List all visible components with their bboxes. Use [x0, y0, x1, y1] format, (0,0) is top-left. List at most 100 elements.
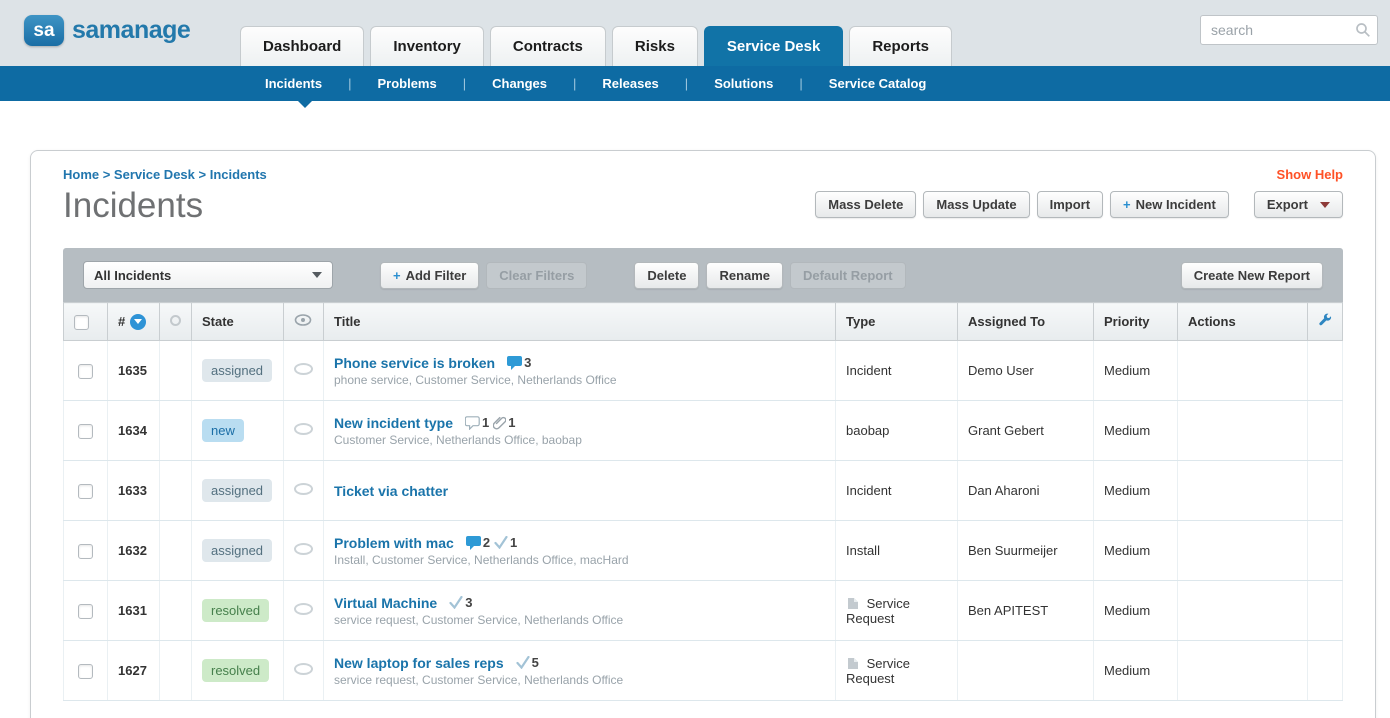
incident-assigned-to: Dan Aharoni: [958, 461, 1094, 521]
check-icon: [516, 656, 530, 669]
samanage-logo-icon: sa: [24, 15, 64, 46]
row-checkbox[interactable]: [78, 364, 93, 379]
incident-title-link[interactable]: New incident type: [334, 415, 453, 431]
assigned-to-column-header[interactable]: Assigned To: [958, 303, 1094, 341]
delete-report-button[interactable]: Delete: [634, 262, 699, 289]
incident-number: 1631: [108, 581, 160, 641]
incident-tags: service request, Customer Service, Nethe…: [334, 673, 825, 687]
actions-column-header: Actions: [1178, 303, 1308, 341]
new-incident-button[interactable]: + New Incident: [1110, 191, 1229, 218]
table-row[interactable]: 1634 new New incident type 11 Customer S…: [64, 401, 1343, 461]
incident-type: Install: [836, 521, 958, 581]
state-column-header[interactable]: State: [192, 303, 284, 341]
clear-filters-button[interactable]: Clear Filters: [486, 262, 587, 289]
default-report-button[interactable]: Default Report: [790, 262, 906, 289]
incident-tags: Customer Service, Netherlands Office, ba…: [334, 433, 825, 447]
main-nav: Dashboard Inventory Contracts Risks Serv…: [240, 26, 952, 66]
incident-type: Incident: [836, 341, 958, 401]
icon-count: 1: [510, 535, 517, 550]
title-icons: 21: [462, 535, 517, 550]
table-row[interactable]: 1627 resolved New laptop for sales reps …: [64, 641, 1343, 701]
subnav-incidents[interactable]: Incidents: [252, 76, 335, 91]
subnav-changes[interactable]: Changes: [450, 76, 560, 91]
incident-priority: Medium: [1094, 461, 1178, 521]
incident-tags: service request, Customer Service, Nethe…: [334, 613, 825, 627]
incident-type: Service Request: [836, 641, 958, 701]
tab-reports[interactable]: Reports: [849, 26, 952, 66]
incident-tags: phone service, Customer Service, Netherl…: [334, 373, 825, 387]
service-request-icon: [846, 597, 859, 610]
plus-icon: +: [393, 268, 401, 283]
table-row[interactable]: 1631 resolved Virtual Machine 3 service …: [64, 581, 1343, 641]
incident-number: 1635: [108, 341, 160, 401]
oval-icon: [294, 663, 313, 675]
incident-title-link[interactable]: Ticket via chatter: [334, 483, 448, 499]
create-new-report-button[interactable]: Create New Report: [1181, 262, 1323, 289]
row-checkbox[interactable]: [78, 604, 93, 619]
tab-inventory[interactable]: Inventory: [370, 26, 484, 66]
show-help-link[interactable]: Show Help: [1277, 167, 1343, 182]
incident-title-link[interactable]: Problem with mac: [334, 535, 454, 551]
wrench-icon[interactable]: [1318, 315, 1332, 330]
incident-type: Service Request: [836, 581, 958, 641]
icon-count: 1: [508, 415, 515, 430]
row-checkbox[interactable]: [78, 484, 93, 499]
oval-icon: [294, 363, 313, 375]
report-select[interactable]: All Incidents: [83, 261, 333, 289]
title-column-header[interactable]: Title: [324, 303, 836, 341]
subnav-problems[interactable]: Problems: [335, 76, 450, 91]
icon-count: 2: [483, 535, 490, 550]
search-icon[interactable]: [1355, 22, 1371, 43]
subnav-solutions[interactable]: Solutions: [672, 76, 787, 91]
incident-assigned-to: Grant Gebert: [958, 401, 1094, 461]
select-all-checkbox[interactable]: [74, 315, 89, 330]
tab-dashboard[interactable]: Dashboard: [240, 26, 364, 66]
mass-update-button[interactable]: Mass Update: [923, 191, 1029, 218]
status-badge: resolved: [202, 599, 269, 622]
incident-title-link[interactable]: New laptop for sales reps: [334, 655, 504, 671]
sort-desc-icon[interactable]: [130, 314, 146, 330]
eye-icon[interactable]: [294, 314, 312, 329]
incident-assigned-to: Demo User: [958, 341, 1094, 401]
incident-tags: Install, Customer Service, Netherlands O…: [334, 553, 825, 567]
check-icon: [449, 596, 463, 609]
row-checkbox[interactable]: [78, 544, 93, 559]
import-button[interactable]: Import: [1037, 191, 1103, 218]
tab-contracts[interactable]: Contracts: [490, 26, 606, 66]
circle-icon[interactable]: [170, 315, 181, 326]
incident-priority: Medium: [1094, 401, 1178, 461]
row-checkbox[interactable]: [78, 664, 93, 679]
number-column-header[interactable]: #: [118, 314, 125, 329]
subnav-service-catalog[interactable]: Service Catalog: [786, 76, 939, 91]
mass-delete-button[interactable]: Mass Delete: [815, 191, 916, 218]
incident-title-link[interactable]: Phone service is broken: [334, 355, 495, 371]
icon-count: 1: [482, 415, 489, 430]
priority-column-header[interactable]: Priority: [1094, 303, 1178, 341]
table-row[interactable]: 1633 assigned Ticket via chatter Inciden…: [64, 461, 1343, 521]
oval-icon: [294, 543, 313, 555]
comment-outline-icon: [465, 416, 480, 430]
rename-report-button[interactable]: Rename: [706, 262, 783, 289]
type-column-header[interactable]: Type: [836, 303, 958, 341]
row-checkbox[interactable]: [78, 424, 93, 439]
tab-service-desk[interactable]: Service Desk: [704, 26, 843, 66]
export-button[interactable]: Export: [1254, 191, 1343, 218]
table-row[interactable]: 1632 assigned Problem with mac 21 Instal…: [64, 521, 1343, 581]
incident-title-link[interactable]: Virtual Machine: [334, 595, 437, 611]
search-input[interactable]: [1200, 15, 1378, 45]
incidents-panel: Home > Service Desk > Incidents Show Hel…: [30, 150, 1376, 718]
samanage-logo[interactable]: sa samanage: [24, 15, 190, 46]
comment-filled-icon: [466, 536, 481, 550]
icon-count: 5: [532, 655, 539, 670]
incident-actions-cell: [1178, 401, 1308, 461]
page: sa samanage Dashboard Inventory Contract…: [0, 0, 1390, 718]
add-filter-button[interactable]: + Add Filter: [380, 262, 479, 289]
tab-risks[interactable]: Risks: [612, 26, 698, 66]
chevron-down-icon: [1320, 202, 1330, 208]
icon-count: 3: [524, 355, 531, 370]
table-row[interactable]: 1635 assigned Phone service is broken 3 …: [64, 341, 1343, 401]
oval-icon: [294, 483, 313, 495]
incident-priority: Medium: [1094, 641, 1178, 701]
subnav-releases[interactable]: Releases: [560, 76, 672, 91]
breadcrumb[interactable]: Home > Service Desk > Incidents: [63, 167, 267, 182]
